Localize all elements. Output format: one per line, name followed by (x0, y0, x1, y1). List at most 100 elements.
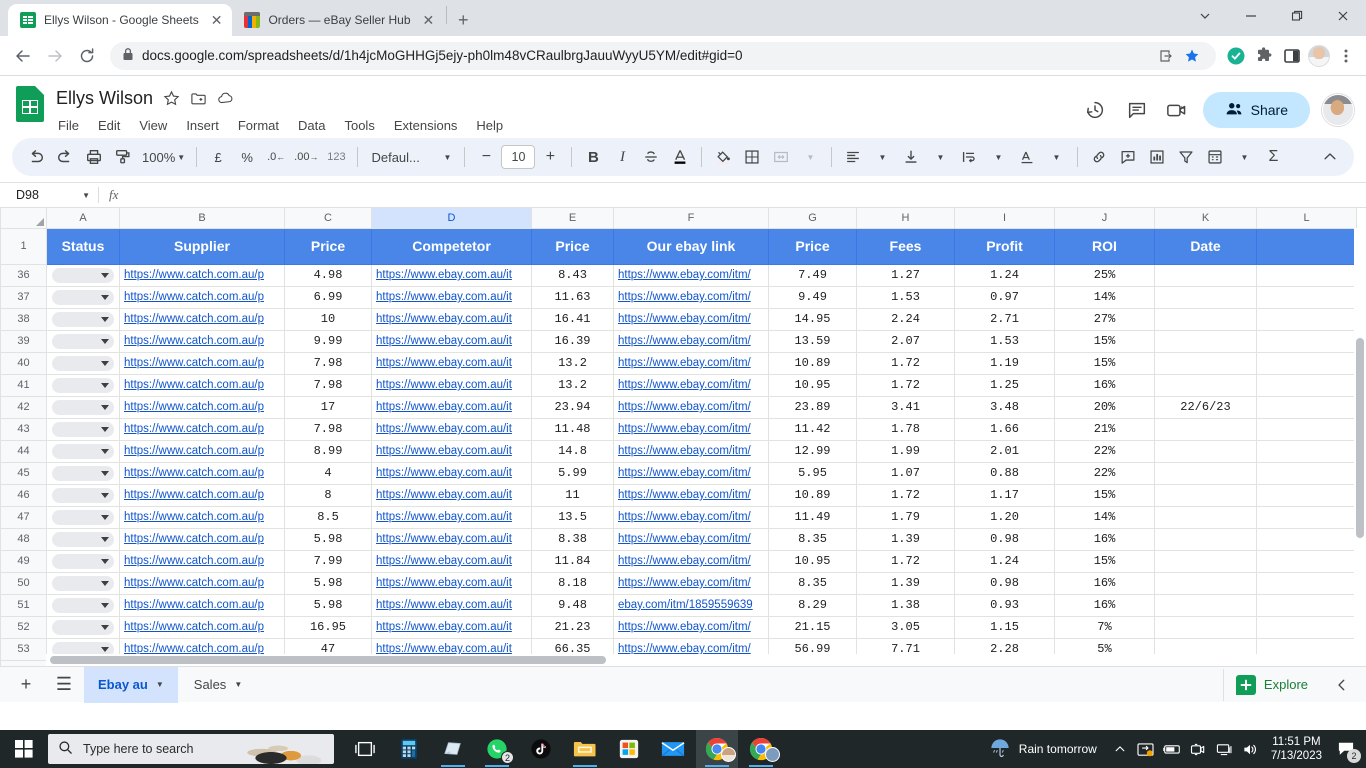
status-dropdown-chip[interactable] (52, 443, 114, 459)
status-dropdown-chip[interactable] (52, 267, 114, 283)
column-header-g[interactable]: G (768, 208, 857, 229)
cell-supplier-link[interactable]: https://www.catch.com.au/p (119, 329, 285, 353)
cell-empty[interactable] (1256, 417, 1357, 441)
cell-empty[interactable] (1256, 307, 1357, 331)
cell-supplier-price[interactable]: 8.99 (284, 439, 372, 463)
cell-empty[interactable] (1256, 395, 1357, 419)
cell-supplier-link[interactable]: https://www.catch.com.au/p (119, 417, 285, 441)
cell-competitor-price[interactable]: 11.84 (531, 549, 614, 573)
cell-date[interactable] (1154, 329, 1257, 353)
cell-fees[interactable]: 1.72 (856, 483, 955, 507)
cell-profit[interactable]: 3.48 (954, 395, 1055, 419)
cell-supplier-price[interactable]: 7.98 (284, 373, 372, 397)
vertical-align-dropdown-icon[interactable]: ▼ (926, 143, 954, 171)
merge-dropdown-icon[interactable]: ▼ (796, 143, 824, 171)
header-our-ebay-link[interactable]: Our ebay link (613, 227, 769, 265)
cell-link[interactable]: https://www.ebay.com.au/it (376, 489, 527, 501)
italic-button[interactable]: I (608, 143, 636, 171)
cell-fees[interactable]: 1.78 (856, 417, 955, 441)
cell-competitor-price[interactable]: 23.94 (531, 395, 614, 419)
cell-link[interactable]: https://www.catch.com.au/p (124, 291, 280, 303)
cell-link[interactable]: https://www.ebay.com.au/it (376, 379, 527, 391)
cell-fees[interactable]: 3.05 (856, 615, 955, 639)
cell-competitor-price[interactable]: 11.48 (531, 417, 614, 441)
status-dropdown-chip[interactable] (52, 333, 114, 349)
cell-competitor-price[interactable]: 21.23 (531, 615, 614, 639)
google-sheets-logo[interactable] (12, 84, 48, 124)
cell-supplier-price[interactable]: 5.98 (284, 527, 372, 551)
cell-status[interactable] (46, 439, 120, 463)
microsoft-store-icon[interactable] (608, 730, 650, 768)
cell-empty[interactable] (1256, 461, 1357, 485)
cell-our-ebay-link[interactable]: https://www.ebay.com/itm/ (613, 285, 769, 309)
add-sheet-button[interactable]: + (8, 669, 44, 701)
cell-link[interactable]: https://www.ebay.com/itm/ (618, 467, 764, 479)
new-tab-button[interactable]: + (449, 6, 477, 34)
cell-our-ebay-link[interactable]: https://www.ebay.com/itm/ (613, 615, 769, 639)
cell-roi[interactable]: 25% (1054, 263, 1155, 287)
cell-supplier-price[interactable]: 17 (284, 395, 372, 419)
fill-color-button[interactable] (709, 143, 737, 171)
cell-link[interactable]: https://www.catch.com.au/p (124, 401, 280, 413)
cell-empty[interactable] (1256, 439, 1357, 463)
cell-link[interactable]: https://www.ebay.com.au/it (376, 599, 527, 611)
cell-competitor-link[interactable]: https://www.ebay.com.au/it (371, 439, 532, 463)
cell-supplier-link[interactable]: https://www.catch.com.au/p (119, 351, 285, 375)
text-rotation-button[interactable] (1013, 143, 1041, 171)
cell-date[interactable] (1154, 483, 1257, 507)
cell-our-ebay-link[interactable]: https://www.ebay.com/itm/ (613, 505, 769, 529)
notification-center-button[interactable]: 2 (1330, 730, 1362, 768)
cell-link[interactable]: https://www.ebay.com/itm/ (618, 621, 764, 633)
cell-link[interactable]: https://www.catch.com.au/p (124, 445, 280, 457)
cell-empty[interactable] (1256, 351, 1357, 375)
cell-fees[interactable]: 1.72 (856, 373, 955, 397)
cell-date[interactable] (1154, 373, 1257, 397)
formula-input[interactable] (128, 183, 1366, 207)
cell-link[interactable]: https://www.catch.com.au/p (124, 577, 280, 589)
cell-status[interactable] (46, 461, 120, 485)
profile-avatar[interactable] (1308, 44, 1330, 67)
cell-competitor-link[interactable]: https://www.ebay.com.au/it (371, 505, 532, 529)
insert-chart-icon[interactable] (1143, 143, 1171, 171)
cell-link[interactable]: https://www.ebay.com/itm/ (618, 379, 764, 391)
cell-supplier-link[interactable]: https://www.catch.com.au/p (119, 307, 285, 331)
cell-link[interactable]: https://www.catch.com.au/p (124, 423, 280, 435)
cell-link[interactable]: https://www.catch.com.au/p (124, 313, 280, 325)
cell-link[interactable]: https://www.ebay.com.au/it (376, 423, 527, 435)
cell-status[interactable] (46, 483, 120, 507)
cell-link[interactable]: https://www.catch.com.au/p (124, 533, 280, 545)
horizontal-align-dropdown-icon[interactable]: ▼ (868, 143, 896, 171)
cell-competitor-price[interactable]: 14.8 (531, 439, 614, 463)
header-date[interactable]: Date (1154, 227, 1257, 265)
decrease-decimal-button[interactable]: .0 ← (262, 143, 290, 171)
cell-roi[interactable]: 15% (1054, 483, 1155, 507)
cell-competitor-price[interactable]: 11 (531, 483, 614, 507)
cell-date[interactable] (1154, 593, 1257, 617)
cell-status[interactable] (46, 571, 120, 595)
cell-roi[interactable]: 14% (1054, 505, 1155, 529)
cell-competitor-link[interactable]: https://www.ebay.com.au/it (371, 615, 532, 639)
cell-empty[interactable] (1256, 263, 1357, 287)
column-header-c[interactable]: C (284, 208, 372, 229)
chrome-icon-2[interactable] (740, 730, 782, 768)
menu-data[interactable]: Data (296, 116, 327, 135)
cell-status[interactable] (46, 505, 120, 529)
header-supplier[interactable]: Supplier (119, 227, 285, 265)
cell-empty[interactable] (1256, 571, 1357, 595)
row-number[interactable]: 41 (0, 373, 47, 397)
cell-our-price[interactable]: 8.35 (768, 571, 857, 595)
cell-supplier-price[interactable]: 9.99 (284, 329, 372, 353)
cell-our-price[interactable]: 13.59 (768, 329, 857, 353)
menu-extensions[interactable]: Extensions (392, 116, 460, 135)
address-bar[interactable]: docs.google.com/spreadsheets/d/1h4jcMoGH… (110, 41, 1216, 70)
cell-supplier-link[interactable]: https://www.catch.com.au/p (119, 439, 285, 463)
column-header-h[interactable]: H (856, 208, 955, 229)
cell-empty[interactable] (1256, 373, 1357, 397)
browser-tab-sheets[interactable]: Ellys Wilson - Google Sheets ✕ (8, 4, 233, 36)
menu-format[interactable]: Format (236, 116, 281, 135)
cell-link[interactable]: ebay.com/itm/1859559639 (618, 599, 764, 611)
cell-link[interactable]: https://www.catch.com.au/p (124, 511, 280, 523)
cell-our-price[interactable]: 14.95 (768, 307, 857, 331)
column-header-e[interactable]: E (531, 208, 614, 229)
cell-date[interactable] (1154, 307, 1257, 331)
